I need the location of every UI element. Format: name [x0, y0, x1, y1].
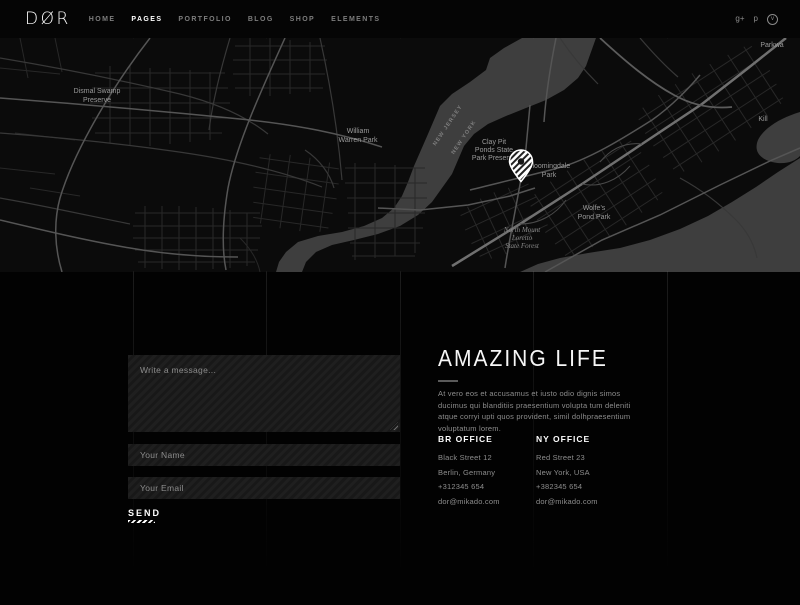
nav-item-portfolio[interactable]: PORTFOLIO: [178, 16, 231, 23]
office-ny-city: New York, USA: [536, 466, 634, 481]
map-label-bloomingdale-1: Bloomingdale: [528, 163, 571, 170]
map[interactable]: Dismal Swamp Preserve William Warren Par…: [0, 38, 800, 272]
office-br-city: Berlin, Germany: [438, 466, 536, 481]
name-input[interactable]: [128, 444, 400, 466]
contact-info: AMAZING LIFE At vero eos et accusamus et…: [438, 346, 683, 370]
send-button[interactable]: SEND: [128, 508, 161, 523]
map-label-william-2: Warren Park: [338, 137, 378, 144]
map-label-claypit-1: Clay Pit: [482, 139, 506, 146]
message-textarea[interactable]: [128, 355, 400, 432]
office-ny-address: Red Street 23: [536, 451, 634, 466]
social-links: g+ p v: [735, 14, 778, 25]
map-label-wolfes-1: Wolfe's: [583, 205, 606, 212]
office-ny-phone: +382345 654: [536, 480, 634, 495]
offices: BR OFFICE Black Street 12 Berlin, German…: [438, 434, 683, 509]
main-nav: HOME PAGES PORTFOLIO BLOG SHOP ELEMENTS: [89, 16, 381, 23]
map-label-parkway: Parkwa: [760, 42, 783, 49]
send-button-label: SEND: [128, 508, 161, 518]
nav-item-home[interactable]: HOME: [89, 16, 116, 23]
nav-item-shop[interactable]: SHOP: [290, 16, 315, 23]
header: DØR HOME PAGES PORTFOLIO BLOG SHOP ELEME…: [0, 0, 800, 38]
logo[interactable]: DØR: [25, 9, 71, 29]
map-label-loretto-2: Loretto: [511, 234, 533, 242]
office-br-phone: +312345 654: [438, 480, 536, 495]
office-ny-title: NY OFFICE: [536, 434, 634, 444]
map-label-dismal-1: Dismal Swamp: [74, 88, 121, 95]
map-label-william-1: William: [347, 128, 370, 135]
pinterest-icon[interactable]: p: [754, 14, 758, 24]
map-canvas: Dismal Swamp Preserve William Warren Par…: [0, 38, 800, 272]
description-text: At vero eos et accusamus et iusto odio d…: [438, 388, 638, 434]
map-label-claypit-2: Ponds State: [475, 147, 513, 154]
map-label-kill: Kill: [758, 116, 768, 123]
nav-item-pages[interactable]: PAGES: [131, 16, 162, 23]
send-underline: [128, 520, 155, 523]
title-divider: [438, 380, 458, 382]
office-ny: NY OFFICE Red Street 23 New York, USA +3…: [536, 434, 634, 509]
nav-item-blog[interactable]: BLOG: [248, 16, 274, 23]
map-label-loretto-3: State Forest: [505, 242, 540, 250]
page: DØR HOME PAGES PORTFOLIO BLOG SHOP ELEME…: [0, 0, 800, 605]
page-title: AMAZING LIFE: [438, 346, 683, 372]
email-input[interactable]: [128, 477, 400, 499]
map-label-loretto-1: North Mount: [503, 226, 541, 234]
map-label-dismal-2: Preserve: [83, 97, 111, 104]
google-plus-icon[interactable]: g+: [735, 14, 744, 24]
map-label-bloomingdale-2: Park: [542, 172, 557, 179]
office-ny-email: dor@mikado.com: [536, 495, 634, 510]
office-br-email: dor@mikado.com: [438, 495, 536, 510]
nav-item-elements[interactable]: ELEMENTS: [331, 16, 380, 23]
vimeo-icon[interactable]: v: [767, 14, 778, 25]
office-br-address: Black Street 12: [438, 451, 536, 466]
office-br: BR OFFICE Black Street 12 Berlin, German…: [438, 434, 536, 509]
map-label-wolfes-2: Pond Park: [578, 214, 611, 221]
office-br-title: BR OFFICE: [438, 434, 536, 444]
